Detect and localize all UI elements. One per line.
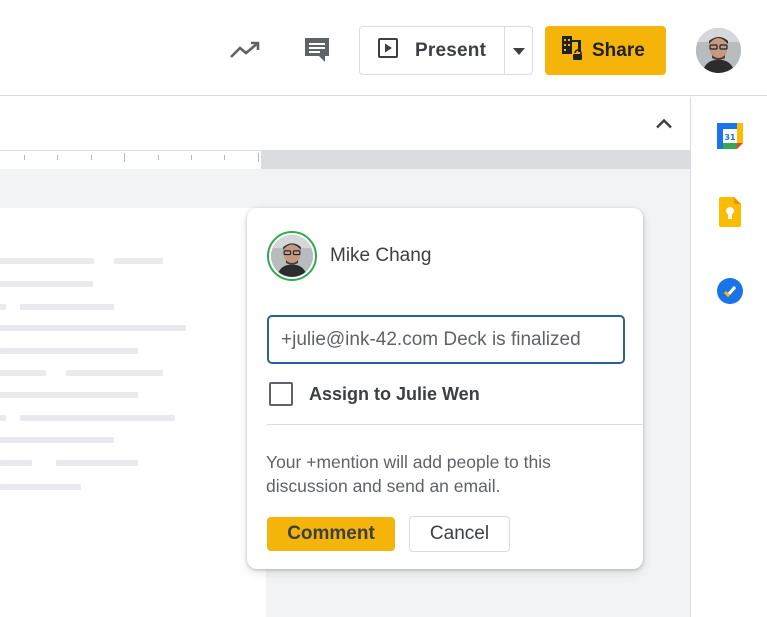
keep-icon[interactable]: [716, 197, 744, 227]
calendar-icon[interactable]: 31: [716, 122, 744, 150]
tasks-icon[interactable]: [716, 277, 744, 305]
side-panel: 31: [690, 97, 767, 617]
mention-hint-text: Your +mention will add people to this di…: [266, 452, 551, 496]
assign-label: Assign to Julie Wen: [309, 383, 480, 404]
commenter-avatar: [267, 231, 317, 281]
share-label: Share: [592, 39, 645, 61]
assign-row[interactable]: Assign to Julie Wen: [269, 382, 480, 406]
comment-author-name: Mike Chang: [330, 245, 432, 266]
building-lock-icon: [561, 35, 583, 66]
present-button-group: Present: [359, 26, 533, 75]
ruler: [0, 150, 690, 169]
share-button[interactable]: Share: [545, 26, 666, 75]
present-menu-button[interactable]: [505, 27, 532, 74]
present-button[interactable]: Present: [360, 27, 505, 74]
chevron-up-icon[interactable]: [650, 110, 678, 136]
calendar-badge: 31: [724, 133, 736, 142]
comment-input[interactable]: [267, 315, 625, 364]
ruler-bar: [0, 97, 690, 149]
assign-checkbox[interactable]: [269, 382, 293, 406]
divider: [267, 424, 643, 425]
trending-up-icon[interactable]: [226, 32, 264, 68]
top-toolbar: Present Share: [0, 0, 767, 96]
present-label: Present: [415, 39, 487, 61]
comment-icon[interactable]: [298, 32, 336, 68]
comment-card: Mike Chang Assign to Julie Wen Your +men…: [247, 208, 643, 569]
document-page: [0, 208, 266, 617]
account-avatar[interactable]: [696, 28, 741, 73]
slideshow-icon: [378, 38, 398, 63]
arrow-drop-down-icon: [512, 42, 525, 60]
comment-button[interactable]: Comment: [267, 517, 395, 551]
cancel-button[interactable]: Cancel: [409, 516, 510, 552]
ruler-page-area: [0, 151, 261, 169]
